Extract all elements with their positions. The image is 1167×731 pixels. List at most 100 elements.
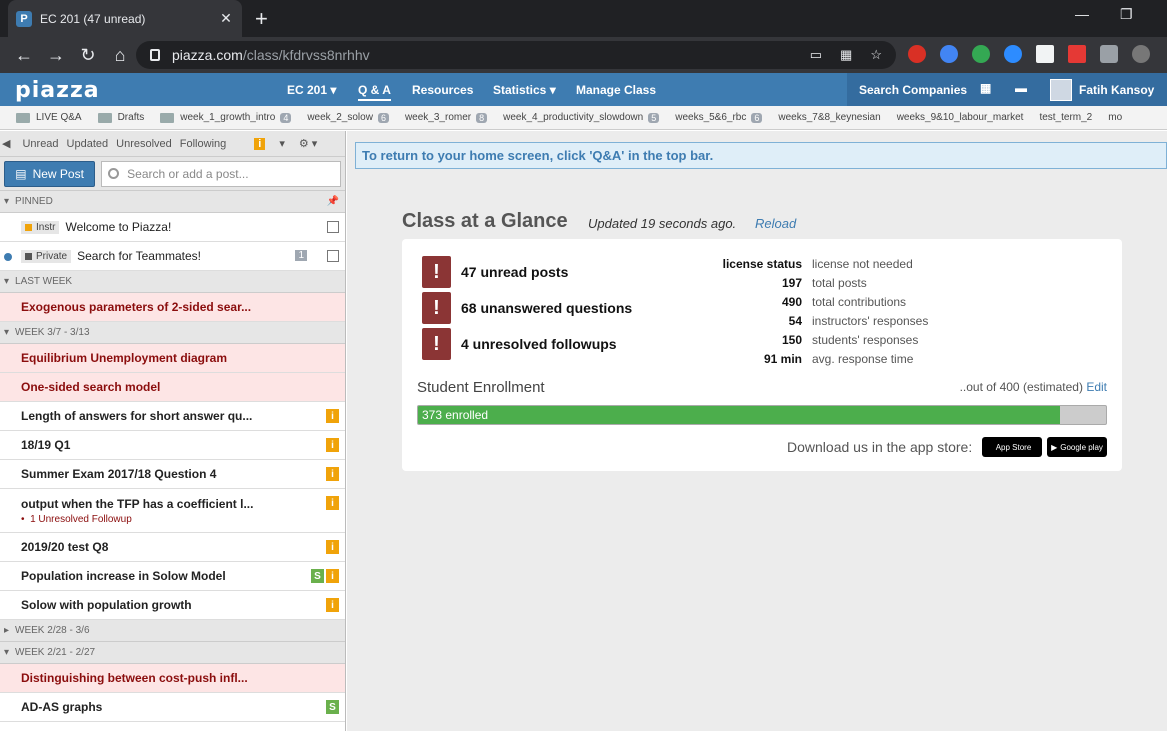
folder-label: weeks_9&10_labour_market bbox=[896, 112, 1024, 123]
search-icon bbox=[108, 168, 120, 179]
list-item[interactable]: Length of answers for short answer qu...… bbox=[0, 402, 345, 431]
search-companies-link[interactable]: Search Companies bbox=[859, 83, 967, 97]
kv-key: 197 bbox=[781, 276, 802, 290]
resources-tab[interactable]: Resources bbox=[412, 83, 473, 97]
reload-icon[interactable]: ↻ bbox=[72, 45, 104, 66]
instructor-answer-icon: i bbox=[326, 569, 339, 583]
folder-item[interactable]: mo bbox=[1108, 112, 1122, 123]
qa-tab[interactable]: Q & A bbox=[358, 83, 391, 101]
app-store-button[interactable]: App Store bbox=[982, 437, 1042, 457]
google-play-button[interactable]: ▶ Google play bbox=[1047, 437, 1107, 457]
folder-count-badge: 4 bbox=[280, 112, 292, 123]
puzzle-icon[interactable] bbox=[1100, 45, 1118, 63]
folder-item[interactable]: week_2_solow 6 bbox=[307, 112, 389, 123]
kv-value: license not needed bbox=[812, 257, 913, 271]
alert-icon: ! bbox=[422, 328, 451, 360]
enrollment-estimate: ..out of 400 (estimated) Edit bbox=[960, 380, 1107, 394]
filter-bar: ◀ Unread Updated Unresolved Following i … bbox=[0, 131, 345, 157]
list-item[interactable]: 2019/20 test Q8 i bbox=[0, 533, 345, 562]
list-item[interactable]: Summer Exam 2017/18 Question 4 i bbox=[0, 460, 345, 489]
list-item[interactable]: Exogenous parameters of 2-sided sear... bbox=[0, 293, 345, 322]
browser-tabstrip: P EC 201 (47 unread) ✕ + — ❐ bbox=[0, 0, 1167, 37]
minimize-icon[interactable]: — bbox=[1075, 6, 1089, 22]
filter-updated[interactable]: Updated bbox=[67, 138, 109, 150]
folder-count-badge: 6 bbox=[751, 112, 763, 123]
home-icon[interactable]: ⌂ bbox=[104, 45, 136, 66]
enrollment-fill: 373 enrolled bbox=[418, 406, 1060, 424]
folder-item[interactable]: week_1_growth_intro 4 bbox=[160, 112, 292, 123]
post-title: Summer Exam 2017/18 Question 4 bbox=[21, 467, 217, 481]
collapse-sidebar-icon[interactable]: ◀ bbox=[2, 137, 10, 150]
folder-item[interactable]: weeks_5&6_rbc 6 bbox=[675, 112, 763, 123]
restore-icon[interactable]: ❐ bbox=[1120, 6, 1133, 23]
user-name[interactable]: Fatih Kansoy bbox=[1079, 83, 1154, 97]
list-item[interactable]: AD-AS graphs S bbox=[0, 693, 345, 722]
instructor-filter-icon[interactable]: i bbox=[254, 137, 266, 150]
back-icon[interactable]: ← bbox=[8, 45, 40, 66]
instructor-answer-icon: i bbox=[326, 598, 339, 612]
new-post-button[interactable]: ▤ New Post bbox=[4, 160, 96, 187]
folder-item[interactable]: Drafts bbox=[97, 112, 144, 123]
list-item[interactable]: One-sided search model bbox=[0, 373, 345, 402]
new-tab-icon[interactable]: + bbox=[255, 6, 268, 32]
list-item[interactable]: Distinguishing between cost-push infl... bbox=[0, 664, 345, 693]
close-tab-icon[interactable]: ✕ bbox=[218, 10, 234, 27]
list-item[interactable]: 18/19 Q1 i bbox=[0, 431, 345, 460]
filter-unresolved[interactable]: Unresolved bbox=[116, 138, 172, 150]
profile-avatar-icon[interactable] bbox=[1132, 45, 1150, 63]
chat-icon[interactable]: ▬ bbox=[1015, 81, 1027, 95]
star-icon[interactable]: ☆ bbox=[870, 47, 882, 63]
zoom-icon[interactable] bbox=[1004, 45, 1022, 63]
unresolved-followups-stat[interactable]: ! 4 unresolved followups bbox=[422, 328, 617, 360]
cast-icon[interactable]: ▭ bbox=[810, 47, 822, 63]
unread-posts-stat[interactable]: ! 47 unread posts bbox=[422, 256, 568, 288]
folder-item[interactable]: LIVE Q&A bbox=[16, 112, 82, 123]
extension-stop-icon[interactable] bbox=[908, 45, 926, 63]
folder-item[interactable]: test_term_2 bbox=[1039, 112, 1092, 123]
list-item[interactable]: Population increase in Solow Model Si bbox=[0, 562, 345, 591]
group-last-week[interactable]: ▾ LAST WEEK bbox=[0, 271, 345, 293]
filter-unread[interactable]: Unread bbox=[22, 138, 58, 150]
unanswered-questions-stat[interactable]: ! 68 unanswered questions bbox=[422, 292, 632, 324]
list-item[interactable]: Private Search for Teammates! 1 bbox=[0, 242, 345, 271]
docs-icon[interactable] bbox=[1036, 45, 1054, 63]
group-pinned[interactable]: ▾ PINNED 📌 bbox=[0, 191, 345, 213]
browser-tab[interactable]: P EC 201 (47 unread) ✕ bbox=[8, 0, 242, 37]
list-item[interactable]: output when the TFP has a coefficient l.… bbox=[0, 489, 345, 533]
list-item[interactable]: Instr Welcome to Piazza! bbox=[0, 213, 345, 242]
user-avatar[interactable] bbox=[1050, 79, 1072, 101]
tag-label: Instr bbox=[36, 221, 56, 233]
group-week-3-7[interactable]: ▾ WEEK 3/7 - 3/13 bbox=[0, 322, 345, 344]
drive-icon[interactable] bbox=[972, 45, 990, 63]
enrollment-progress-bar: 373 enrolled bbox=[417, 405, 1107, 425]
filter-dropdown-icon[interactable]: ▾ bbox=[279, 137, 285, 150]
list-item[interactable]: Equilibrium Unemployment diagram bbox=[0, 344, 345, 373]
folder-label: week_1_growth_intro bbox=[180, 112, 276, 123]
extension-cap-icon[interactable] bbox=[940, 45, 958, 63]
settings-gear-icon[interactable]: ⚙ ▾ bbox=[299, 137, 317, 150]
group-week-2-28[interactable]: ▸ WEEK 2/28 - 3/6 bbox=[0, 620, 345, 642]
post-title: 2019/20 test Q8 bbox=[21, 540, 109, 554]
address-bar[interactable]: piazza.com/class/kfdrvss8nrhhv ▭ ▦ ☆ bbox=[136, 41, 896, 69]
calendar-icon[interactable]: ▦ bbox=[980, 81, 991, 95]
forward-icon[interactable]: → bbox=[40, 45, 72, 66]
folder-item[interactable]: weeks_7&8_keynesian bbox=[778, 112, 880, 123]
group-week-2-21[interactable]: ▾ WEEK 2/21 - 2/27 bbox=[0, 642, 345, 664]
piazza-logo[interactable]: piazza bbox=[15, 78, 100, 103]
search-input[interactable]: Search or add a post... bbox=[101, 160, 341, 187]
glance-card: ! 47 unread posts ! 68 unanswered question… bbox=[402, 239, 1122, 471]
course-dropdown[interactable]: EC 201 ▾ bbox=[287, 83, 336, 97]
qr-icon[interactable]: ▦ bbox=[840, 47, 852, 63]
folder-label: weeks_5&6_rbc bbox=[675, 112, 747, 123]
folder-item[interactable]: weeks_9&10_labour_market bbox=[897, 112, 1024, 123]
manage-class-tab[interactable]: Manage Class bbox=[576, 83, 656, 97]
filter-following[interactable]: Following bbox=[180, 138, 226, 150]
instructor-tag: Instr bbox=[21, 220, 60, 234]
folder-item[interactable]: week_3_romer 8 bbox=[405, 112, 488, 123]
extension-red-icon[interactable] bbox=[1068, 45, 1086, 63]
edit-enrollment-link[interactable]: Edit bbox=[1086, 380, 1107, 394]
reload-link[interactable]: Reload bbox=[755, 216, 796, 231]
list-item[interactable]: Solow with population growth i bbox=[0, 591, 345, 620]
folder-item[interactable]: week_4_productivity_slowdown 5 bbox=[503, 112, 660, 123]
statistics-tab[interactable]: Statistics ▾ bbox=[493, 83, 556, 97]
